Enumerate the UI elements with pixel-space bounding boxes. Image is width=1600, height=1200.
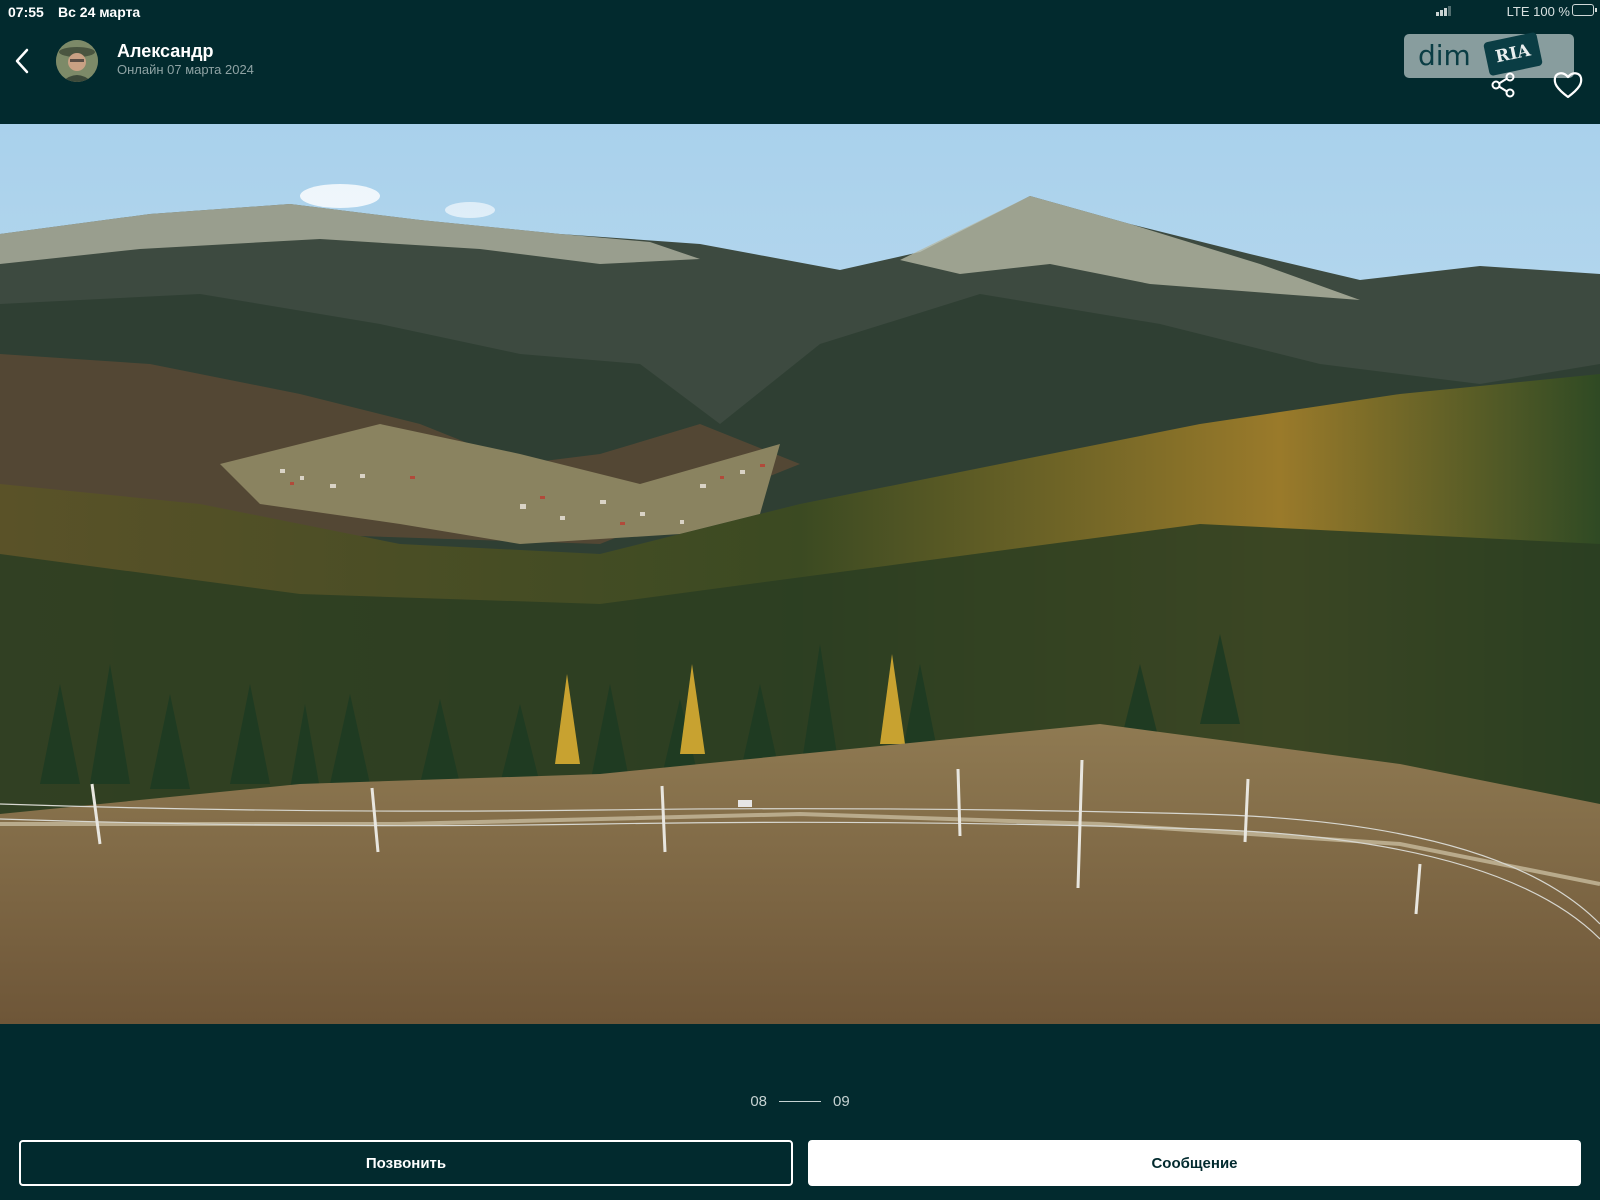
pager-divider xyxy=(779,1100,821,1102)
user-status: Онлайн 07 марта 2024 xyxy=(117,62,254,77)
share-icon xyxy=(1491,72,1515,98)
network-status: LTE 100 % xyxy=(1506,4,1570,19)
photo-pager: 08 09 xyxy=(0,1090,1600,1112)
logo-text-dim: dim xyxy=(1418,39,1471,72)
user-name: Александр xyxy=(117,41,214,61)
pager-total: 09 xyxy=(833,1092,850,1110)
message-button[interactable]: Сообщение xyxy=(808,1140,1581,1186)
status-bar: 07:55 Вс 24 марта LTE 100 % xyxy=(0,0,1600,24)
call-button[interactable]: Позвонить xyxy=(19,1140,793,1186)
pager-current: 08 xyxy=(750,1092,767,1110)
battery-icon xyxy=(1572,4,1597,16)
favorite-button[interactable] xyxy=(1552,70,1584,100)
chevron-left-icon xyxy=(15,48,29,74)
signal-icon xyxy=(1436,6,1451,16)
back-button[interactable] xyxy=(10,44,34,78)
landscape-photo xyxy=(0,124,1600,1024)
header: Александр Онлайн 07 марта 2024 dim RIA xyxy=(0,24,1600,124)
status-time: 07:55 xyxy=(8,4,44,20)
share-button[interactable] xyxy=(1488,70,1518,100)
heart-outline-icon xyxy=(1553,72,1583,99)
listing-photo[interactable] xyxy=(0,124,1600,1024)
avatar[interactable] xyxy=(56,40,98,82)
status-date: Вс 24 марта xyxy=(58,4,141,20)
